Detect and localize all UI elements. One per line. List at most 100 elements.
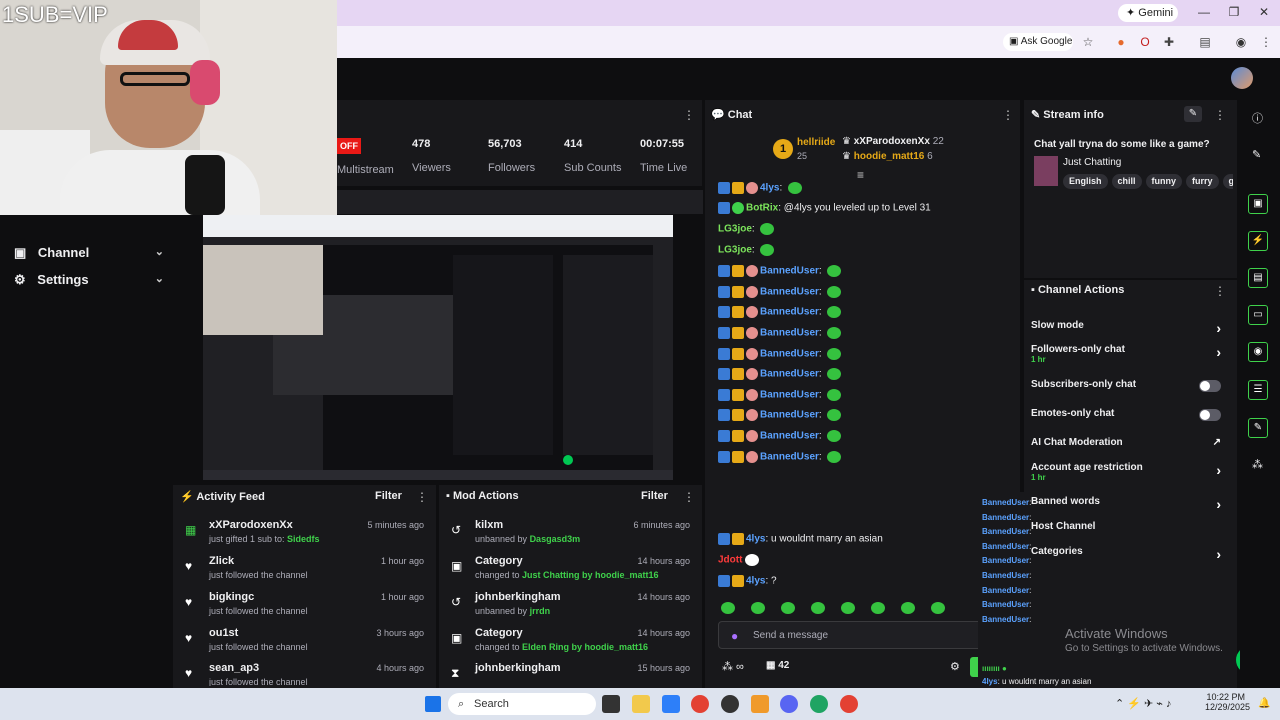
chat-message[interactable]: BannedUser: [718,306,842,324]
chat-message[interactable]: BotRix: @4lys you leveled up to Level 31 [718,202,931,220]
chat-message[interactable]: BannedUser: [718,430,842,448]
nav-item-channel[interactable]: ▣ Channel ⌄ [14,245,164,265]
tray-icons[interactable]: ⌃ ⚡ ✈ ⌁ ♪ [1115,697,1171,710]
users-icon[interactable]: ⁂ [1252,458,1263,471]
opera-icon[interactable]: O [1137,34,1153,50]
chat-message[interactable]: BannedUser: [718,409,842,427]
stream-preview[interactable] [203,215,673,480]
feed-item[interactable]: ▦ xXParodoxenXx just gifted 1 sub to: Si… [177,519,432,555]
feed-item[interactable]: ♥ bigkingc just followed the channel 1 h… [177,591,432,627]
toggle-switch[interactable] [1199,409,1221,421]
ask-google-button[interactable]: ▣ Ask Google [1003,33,1073,51]
tag[interactable]: funny [1145,174,1183,189]
stream-info-menu-icon[interactable]: ⋮ [1214,108,1226,122]
chat-message[interactable]: BannedUser: [718,348,842,366]
chat-message[interactable]: BannedUser: [718,286,842,304]
tag[interactable]: chill [1111,174,1142,189]
feed-item[interactable]: ♥ ou1st just followed the channel 3 hour… [177,627,432,663]
action-slow-mode[interactable]: Slow mode › [1031,320,1231,336]
emote-bar[interactable] [718,600,978,616]
chat-input[interactable]: ● Send a message [718,621,1008,649]
chrome-icon[interactable] [691,695,709,713]
minimize-button[interactable]: — [1196,4,1212,20]
notification-icon[interactable]: 🔔 [1258,698,1270,709]
chat-message[interactable]: 4lys: ? [718,575,777,593]
nav-item-settings[interactable]: ⚙ Settings ⌄ [14,272,164,292]
file-explorer-icon[interactable] [632,695,650,713]
sidepanel-icon[interactable]: ▤ [1197,34,1213,50]
viewers-infinity-icon[interactable]: ⁂ ∞ [722,660,744,673]
layout-icon[interactable]: ☰ [1248,380,1268,400]
taskbar-search[interactable]: ⌕ Search [448,693,596,715]
activity-filter-button[interactable]: Filter [375,490,402,502]
action-banned-words[interactable]: Banned words › [1031,496,1231,512]
taskview-icon[interactable] [602,695,620,713]
action-followers-only[interactable]: Followers-only chat 1 hr › [1031,344,1231,364]
camera-icon[interactable]: ▣ [1248,194,1268,214]
leader-name[interactable]: hellriide [797,137,835,148]
gemini-button[interactable]: ✦ Gemini [1118,4,1178,22]
chat-message[interactable]: Jdott [718,554,760,572]
chat-message[interactable]: LG3joe: [718,244,775,262]
broadcast-icon[interactable]: ◉ [1248,342,1268,362]
chat-message[interactable]: LG3joe: [718,223,775,241]
mod-item[interactable]: ▣ Category changed to Just Chatting by h… [443,555,698,591]
maximize-button[interactable]: ❐ [1226,4,1242,20]
chat-message[interactable]: 4lys: u wouldnt marry an asian [718,533,883,551]
lightning-icon[interactable]: ⚡ [1248,231,1268,251]
top-user[interactable]: ♛ hoodie_matt16 6 [842,151,933,162]
menu-kebab-icon[interactable]: ⋮ [1258,34,1274,50]
toggle-switch[interactable] [1199,380,1221,392]
chat-message[interactable]: BannedUser: [718,451,842,469]
document-icon[interactable]: ▤ [1248,268,1268,288]
profile-icon[interactable]: ◉ [1233,34,1249,50]
chat-menu-icon[interactable]: ⋮ [1002,108,1014,122]
mod-item[interactable]: ↺ johnberkingham unbanned by jrrdn 14 ho… [443,591,698,627]
feed-item[interactable]: ♥ sean_ap3 just followed the channel 4 h… [177,662,432,686]
mod-item[interactable]: ↺ kilxm unbanned by Dasgasd3m 6 minutes … [443,519,698,555]
mod-menu-icon[interactable]: ⋮ [683,490,695,504]
bookmark-star-icon[interactable]: ☆ [1080,34,1096,50]
chat-message[interactable]: BannedUser: [718,327,842,345]
info-icon[interactable]: ⓘ [1252,110,1263,126]
tag[interactable]: ga [1222,174,1233,189]
edit-icon[interactable]: ✎ [1184,106,1202,122]
collapse-icon[interactable]: ≡ [857,168,864,182]
chat-message[interactable]: BannedUser: [718,368,842,386]
wrench-icon[interactable]: ✎ [1248,418,1268,438]
start-windows-icon[interactable] [425,696,441,712]
action-emotes-only[interactable]: Emotes-only chat [1031,408,1231,421]
feed-item[interactable]: ♥ Zlick just followed the channel 1 hour… [177,555,432,591]
mod-item[interactable]: ⧗ johnberkingham 15 hours ago [443,662,698,686]
tag[interactable]: furry [1186,174,1219,189]
chat-message[interactable]: BannedUser: [718,389,842,407]
action-subscribers-only[interactable]: Subscribers-only chat [1031,379,1231,392]
pencil-icon[interactable]: ✎ [1252,148,1261,161]
action-host-channel[interactable]: Host Channel [1031,521,1231,532]
action-ai-moderation[interactable]: AI Chat Moderation ↗ [1031,437,1231,448]
top-user[interactable]: ♛ xXParodoxenXx 22 [842,136,944,147]
action-account-age[interactable]: Account age restriction 1 hr › [1031,462,1231,482]
discord-icon[interactable] [780,695,798,713]
extensions-puzzle-icon[interactable]: ✚ [1161,34,1177,50]
chat-message[interactable]: 4lys: [718,182,803,200]
activity-menu-icon[interactable]: ⋮ [416,490,428,504]
channel-actions-menu-icon[interactable]: ⋮ [1214,284,1226,298]
chrome-icon[interactable] [840,695,858,713]
chat-message[interactable]: BannedUser: [718,265,842,283]
extension-icon[interactable]: ● [1113,34,1129,50]
chat-icon[interactable]: ▭ [1248,305,1268,325]
browser-app-icon[interactable] [810,695,828,713]
user-avatar[interactable] [1231,67,1253,89]
app-icon[interactable] [751,695,769,713]
close-window-button[interactable]: ✕ [1256,4,1272,20]
chat-settings-gear-icon[interactable]: ⚙ [950,660,960,673]
stream-category[interactable]: Just Chatting [1063,157,1121,168]
store-icon[interactable] [662,695,680,713]
stats-menu-icon[interactable]: ⋮ [683,108,695,122]
mod-item[interactable]: ▣ Category changed to Elden Ring by hood… [443,627,698,663]
clock[interactable]: 10:22 PM 12/29/2025 [1205,692,1250,712]
obs-icon[interactable] [721,695,739,713]
tag[interactable]: English [1063,174,1108,189]
mod-filter-button[interactable]: Filter [641,490,668,502]
